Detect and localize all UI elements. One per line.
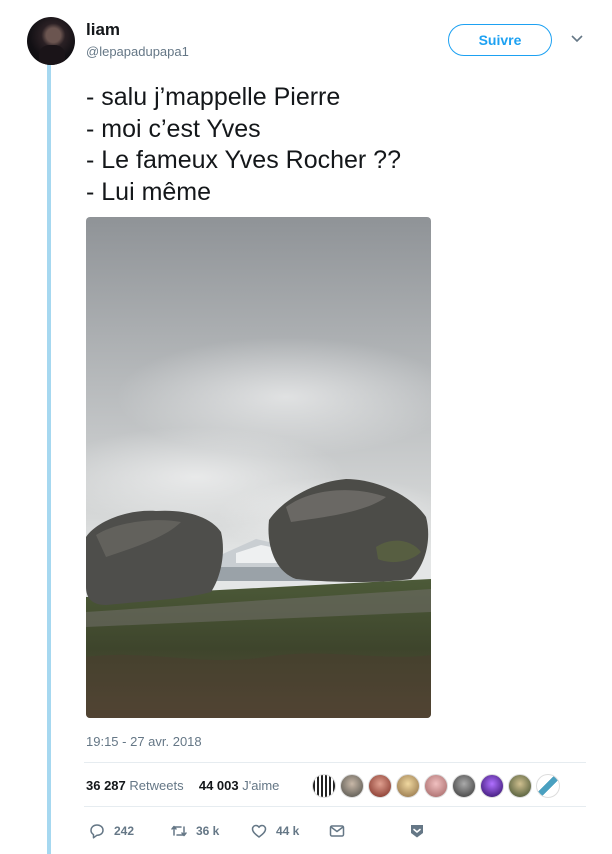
like-action[interactable]: 44 k (250, 822, 328, 840)
retweet-count: 36 k (196, 824, 220, 838)
tweet-line: - salu j’mappelle Pierre (86, 83, 341, 111)
divider (84, 762, 586, 763)
action-bar: 242 36 k 44 k (88, 822, 426, 840)
liker-avatar[interactable] (396, 774, 420, 798)
user-name[interactable]: liam (86, 20, 120, 40)
avatar[interactable] (27, 17, 75, 65)
liker-avatar[interactable] (312, 774, 336, 798)
tweet-line: - moi c’est Yves (86, 114, 261, 143)
save-icon[interactable] (408, 822, 426, 840)
tweet-text: - salu j’mappelle Pierre - moi c’est Yve… (86, 82, 401, 208)
reply-action[interactable]: 242 (88, 822, 170, 840)
liker-avatar[interactable] (536, 774, 560, 798)
retweets-count[interactable]: 36 287 (86, 778, 126, 793)
like-count: 44 k (276, 824, 300, 838)
tweet-photo[interactable] (86, 217, 431, 718)
retweet-icon[interactable] (170, 822, 188, 840)
tweet-line: - Le fameux Yves Rocher ?? (86, 146, 401, 174)
user-handle[interactable]: @lepapadupapa1 (86, 44, 189, 59)
message-action[interactable] (328, 822, 408, 840)
tweet-line: - Lui même (86, 177, 212, 206)
liker-avatar[interactable] (452, 774, 476, 798)
retweets-label[interactable]: Retweets (129, 778, 183, 793)
likes-count[interactable]: 44 003 (199, 778, 239, 793)
liker-avatar[interactable] (340, 774, 364, 798)
likes-label[interactable]: J'aime (242, 778, 279, 793)
liker-avatar[interactable] (508, 774, 532, 798)
follow-button[interactable]: Suivre (448, 24, 552, 56)
reply-icon[interactable] (88, 822, 106, 840)
save-action[interactable] (408, 822, 426, 840)
divider (84, 806, 586, 807)
envelope-icon[interactable] (328, 822, 346, 840)
reply-count: 242 (114, 824, 135, 838)
likers-avatars (312, 774, 560, 798)
chevron-down-icon[interactable] (570, 34, 584, 44)
engagement-stats: 36 287 Retweets 44 003 J'aime (86, 778, 279, 793)
liker-avatar[interactable] (480, 774, 504, 798)
heart-icon[interactable] (250, 822, 268, 840)
thread-line (47, 62, 51, 854)
tweet-timestamp[interactable]: 19:15 - 27 avr. 2018 (86, 734, 202, 749)
retweet-action[interactable]: 36 k (170, 822, 250, 840)
liker-avatar[interactable] (424, 774, 448, 798)
liker-avatar[interactable] (368, 774, 392, 798)
